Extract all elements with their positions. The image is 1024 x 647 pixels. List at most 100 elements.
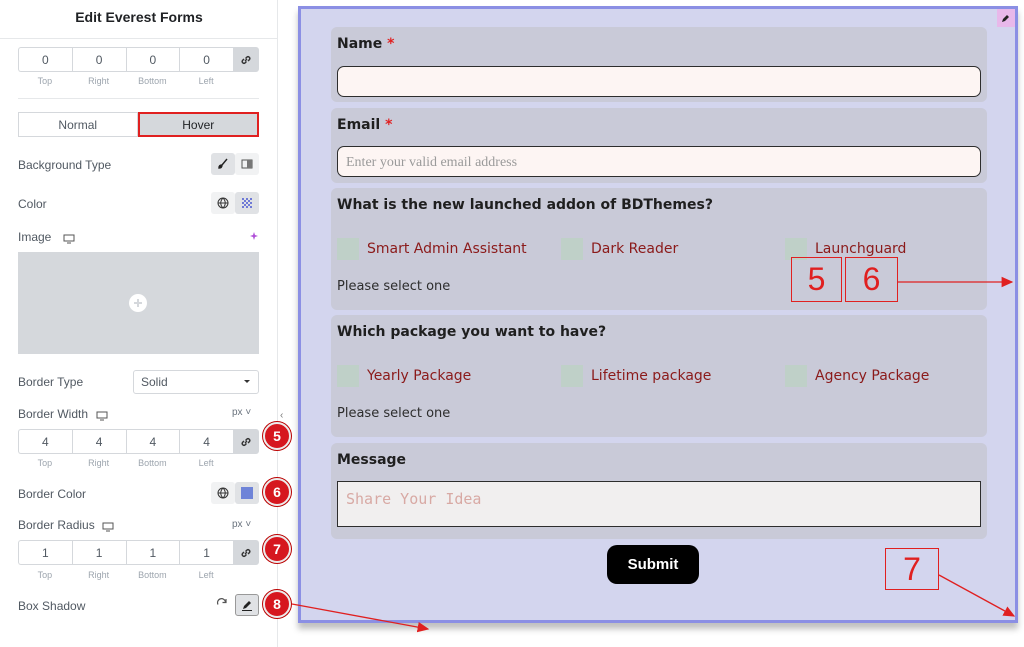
border-radius-inputs: 1 1 1 1: [18, 540, 259, 565]
dim-label: Bottom: [138, 458, 167, 468]
divider: [18, 98, 259, 99]
link-icon[interactable]: [233, 429, 259, 454]
dim-label: Right: [88, 76, 110, 86]
color-swatch-icon[interactable]: [235, 192, 259, 214]
step-badge-7: 7: [263, 535, 291, 563]
message-label: Message: [337, 452, 407, 468]
dim-label: Top: [37, 76, 53, 86]
settings-panel: Edit Everest Forms 0 0 0 0 Top Right Bot…: [0, 0, 278, 647]
checkbox[interactable]: [785, 365, 807, 387]
globe-icon[interactable]: [211, 482, 235, 504]
dim-label: Left: [198, 458, 214, 468]
dim-label: Right: [88, 570, 110, 580]
checkbox[interactable]: [337, 365, 359, 387]
q2-option[interactable]: Lifetime package: [561, 365, 711, 387]
ai-sparkle-icon[interactable]: [248, 230, 260, 248]
collapse-chevron-icon[interactable]: ‹: [280, 410, 283, 421]
padding-top-input[interactable]: 0: [18, 47, 72, 72]
padding-labels: Top Right Bottom Left: [18, 76, 233, 86]
gradient-icon[interactable]: [235, 153, 259, 175]
unit-value: px: [232, 407, 243, 418]
annotation-box-7: 7: [885, 548, 939, 590]
checkbox[interactable]: [561, 238, 583, 260]
border-color-label: Border Color: [18, 487, 87, 501]
brush-icon[interactable]: [211, 153, 235, 175]
email-field-group: Email * Enter your valid email address: [331, 108, 987, 183]
add-image-icon[interactable]: [129, 294, 147, 312]
q2-option[interactable]: Yearly Package: [337, 365, 471, 387]
border-type-label: Border Type: [18, 375, 84, 389]
dim-label: Left: [198, 570, 214, 580]
annotation-box-5: 5: [791, 257, 842, 302]
unit-value: px: [232, 519, 243, 530]
border-radius-right-input[interactable]: 1: [71, 540, 126, 565]
color-label: Color: [18, 197, 47, 211]
border-width-left-input[interactable]: 4: [179, 429, 233, 454]
border-type-value: Solid: [141, 375, 168, 389]
q1-hint: Please select one: [337, 279, 451, 294]
name-input[interactable]: [337, 66, 981, 97]
link-icon[interactable]: [233, 540, 259, 565]
border-width-right-input[interactable]: 4: [71, 429, 126, 454]
reset-icon[interactable]: [216, 597, 228, 615]
dim-label: Left: [198, 76, 214, 86]
image-chooser[interactable]: [18, 252, 259, 354]
border-width-label: Border Width: [18, 407, 89, 421]
step-badge-5: 5: [263, 422, 291, 450]
padding-bottom-input[interactable]: 0: [125, 47, 180, 72]
dim-label: Right: [88, 458, 110, 468]
border-width-inputs: 4 4 4 4: [18, 429, 259, 454]
border-radius-label: Border Radius: [18, 518, 95, 532]
checkbox[interactable]: [561, 365, 583, 387]
border-radius-bottom-input[interactable]: 1: [125, 540, 180, 565]
globe-icon[interactable]: [211, 192, 235, 214]
background-type-label: Background Type: [18, 158, 112, 172]
q1-option[interactable]: Dark Reader: [561, 238, 678, 260]
email-input[interactable]: Enter your valid email address: [337, 146, 981, 177]
tab-normal[interactable]: Normal: [18, 112, 138, 137]
dim-label: Top: [37, 570, 53, 580]
image-label: Image: [18, 230, 52, 244]
edit-shadow-icon[interactable]: [235, 594, 259, 616]
q2-hint: Please select one: [337, 406, 451, 421]
edit-widget-icon[interactable]: [997, 9, 1015, 27]
message-textarea[interactable]: Share Your Idea: [337, 481, 981, 527]
desktop-icon: [102, 519, 114, 537]
step-badge-8: 8: [263, 590, 291, 618]
message-field-group: Message Share Your Idea: [331, 443, 987, 539]
dim-label: Bottom: [138, 570, 167, 580]
tab-hover[interactable]: Hover: [137, 112, 259, 137]
border-radius-left-input[interactable]: 1: [179, 540, 233, 565]
divider: [0, 38, 278, 39]
border-color-swatch[interactable]: [235, 482, 259, 504]
name-label: Name *: [337, 36, 395, 52]
submit-button[interactable]: Submit: [607, 545, 699, 584]
step-badge-6: 6: [263, 478, 291, 506]
name-field-group: Name *: [331, 27, 987, 102]
border-radius-top-input[interactable]: 1: [18, 540, 72, 565]
q2-field-group: Which package you want to have? Yearly P…: [331, 315, 987, 437]
unit-select[interactable]: px ˅: [232, 407, 251, 418]
desktop-icon: [96, 408, 108, 426]
border-width-top-input[interactable]: 4: [18, 429, 72, 454]
q1-option[interactable]: Smart Admin Assistant: [337, 238, 527, 260]
unit-select[interactable]: px ˅: [232, 519, 251, 530]
checkbox[interactable]: [337, 238, 359, 260]
padding-right-input[interactable]: 0: [71, 47, 126, 72]
box-shadow-label: Box Shadow: [18, 599, 86, 613]
border-width-bottom-input[interactable]: 4: [125, 429, 180, 454]
q2-option[interactable]: Agency Package: [785, 365, 929, 387]
form-preview: Name * Email * Enter your valid email ad…: [298, 6, 1018, 623]
dim-label: Top: [37, 458, 53, 468]
panel-title: Edit Everest Forms: [75, 9, 203, 25]
dim-label: Bottom: [138, 76, 167, 86]
q2-label: Which package you want to have?: [337, 324, 607, 340]
annotation-box-6: 6: [845, 257, 898, 302]
link-icon[interactable]: [233, 47, 259, 72]
padding-left-input[interactable]: 0: [179, 47, 233, 72]
email-label: Email *: [337, 117, 393, 133]
caret-down-icon: [242, 375, 252, 389]
border-type-select[interactable]: Solid: [133, 370, 259, 394]
desktop-icon: [63, 231, 75, 249]
state-tabs: Normal Hover: [18, 112, 259, 137]
